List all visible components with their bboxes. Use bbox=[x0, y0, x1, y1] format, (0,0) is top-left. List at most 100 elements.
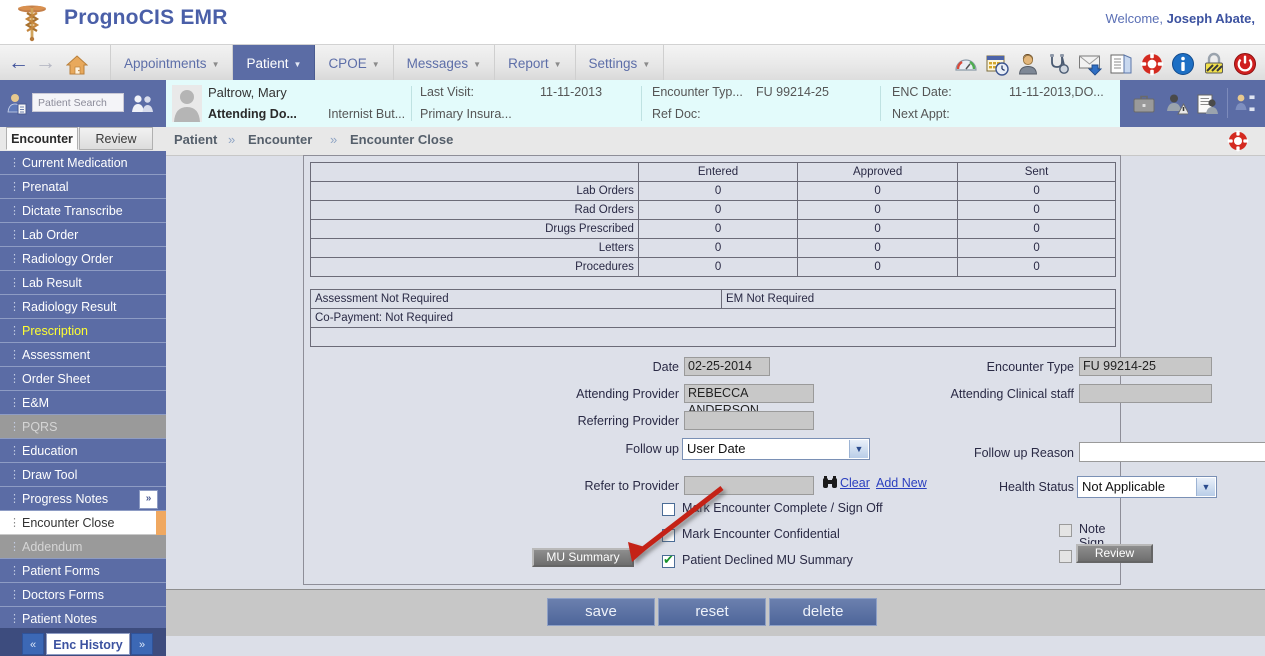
sidebar-item-doctors-forms[interactable]: Doctors Forms bbox=[0, 583, 166, 607]
menu-item-patient[interactable]: Patient ▼ bbox=[233, 45, 316, 81]
attending-provider-label: Attending Provider bbox=[576, 387, 679, 401]
briefcase-icon[interactable] bbox=[1132, 92, 1156, 116]
dashboard-gauge-icon[interactable] bbox=[954, 52, 978, 76]
follow-up-reason-field[interactable] bbox=[1079, 442, 1265, 462]
menu-item-cpoe[interactable]: CPOE ▼ bbox=[315, 45, 394, 81]
delete-button[interactable]: delete bbox=[769, 598, 877, 626]
enc-history-button[interactable]: Enc History bbox=[46, 633, 130, 655]
date-field[interactable]: 02-25-2014 bbox=[684, 357, 770, 376]
enc-history-prev-icon[interactable]: « bbox=[22, 633, 44, 655]
calendar-clock-icon[interactable] bbox=[985, 52, 1009, 76]
home-icon[interactable] bbox=[66, 54, 88, 76]
cell-sent: 0 bbox=[957, 257, 1116, 277]
patient-notes-icon[interactable] bbox=[1196, 92, 1220, 116]
sidebar-item-order-sheet[interactable]: Order Sheet bbox=[0, 367, 166, 391]
cell-entered: 0 bbox=[637, 219, 799, 239]
encounter-type-field[interactable]: FU 99214-25 bbox=[1079, 357, 1212, 376]
sidebar-item-progress-notes[interactable]: Progress Notes » bbox=[0, 487, 166, 511]
lock-icon[interactable] bbox=[1202, 52, 1226, 76]
lifebuoy-help-icon[interactable] bbox=[1227, 130, 1249, 152]
referring-provider-field[interactable] bbox=[684, 411, 814, 430]
back-arrow-icon[interactable]: ← bbox=[8, 48, 29, 78]
save-button[interactable]: save bbox=[547, 598, 655, 626]
sidebar-item-current-medication[interactable]: Current Medication bbox=[0, 151, 166, 175]
main-menu-bar: ← → Appointments ▼ Patient ▼ CPOE ▼ Mess… bbox=[0, 44, 1265, 82]
tab-review[interactable]: Review bbox=[79, 127, 153, 150]
breadcrumb-patient[interactable]: Patient bbox=[174, 132, 217, 147]
attending-clinical-staff-field[interactable] bbox=[1079, 384, 1212, 403]
cell-approved: 0 bbox=[797, 181, 959, 201]
info-icon[interactable] bbox=[1171, 52, 1195, 76]
chevron-down-icon[interactable]: ▼ bbox=[849, 440, 868, 458]
sidebar-item-prescription[interactable]: Prescription bbox=[0, 319, 166, 343]
attending-doctor-value: Internist But... bbox=[328, 107, 406, 121]
note-sign-off-checkbox[interactable] bbox=[1059, 524, 1072, 537]
sidebar-item-draw-tool[interactable]: Draw Tool bbox=[0, 463, 166, 487]
patient-network-icon[interactable] bbox=[1234, 92, 1258, 116]
sidebar-item-radiology-order[interactable]: Radiology Order bbox=[0, 247, 166, 271]
forward-arrow-icon[interactable]: → bbox=[35, 48, 56, 78]
sidebar-item-pqrs: PQRS bbox=[0, 415, 166, 439]
binoculars-search-icon[interactable] bbox=[823, 476, 837, 489]
clear-link[interactable]: Clear bbox=[840, 476, 870, 490]
table-row: Procedures 0 0 0 bbox=[310, 257, 1116, 277]
enc-date-value: 11-11-2013,DO... bbox=[1009, 85, 1104, 99]
enc-history-bar: « Enc History » bbox=[0, 628, 166, 656]
sidebar-item-radiology-result[interactable]: Radiology Result bbox=[0, 295, 166, 319]
enc-history-next-icon[interactable]: » bbox=[131, 633, 153, 655]
brand-bar: PrognoCIS EMR Welcome, Joseph Abate, bbox=[0, 0, 1265, 44]
main-content: Patient » Encounter » Encounter Close En… bbox=[166, 127, 1265, 656]
bottom-strip bbox=[166, 636, 1265, 656]
person-search-icon[interactable] bbox=[6, 92, 28, 116]
reset-button[interactable]: reset bbox=[658, 598, 766, 626]
sidebar-item-lab-order[interactable]: Lab Order bbox=[0, 223, 166, 247]
sidebar-item-label: Doctors Forms bbox=[22, 588, 104, 602]
cell-approved: 0 bbox=[797, 200, 959, 220]
sidebar-item-patient-forms[interactable]: Patient Forms bbox=[0, 559, 166, 583]
sidebar-item-label: Assessment bbox=[22, 348, 91, 362]
power-logout-icon[interactable] bbox=[1233, 52, 1257, 76]
tab-encounter[interactable]: Encounter bbox=[6, 127, 78, 150]
people-icon[interactable] bbox=[131, 93, 155, 113]
sidebar-item-prenatal[interactable]: Prenatal bbox=[0, 175, 166, 199]
review-button[interactable]: Review bbox=[1076, 544, 1153, 563]
patient-info-bar: Patient Search Paltrow, Mary Attending D… bbox=[0, 80, 1265, 127]
breadcrumb-encounter[interactable]: Encounter bbox=[248, 132, 312, 147]
health-status-select[interactable]: Not Applicable ▼ bbox=[1077, 476, 1217, 498]
inbox-download-icon[interactable] bbox=[1078, 52, 1102, 76]
stethoscope-icon[interactable] bbox=[1047, 52, 1071, 76]
documents-icon[interactable] bbox=[1109, 52, 1133, 76]
review-checkbox[interactable] bbox=[1059, 550, 1072, 563]
lifebuoy-help-icon[interactable] bbox=[1140, 52, 1164, 76]
sidebar-item-assessment[interactable]: Assessment bbox=[0, 343, 166, 367]
patient-alert-icon[interactable] bbox=[1164, 92, 1188, 116]
follow-up-select[interactable]: User Date ▼ bbox=[682, 438, 870, 460]
divider bbox=[411, 86, 412, 121]
sidebar-item-lab-result[interactable]: Lab Result bbox=[0, 271, 166, 295]
chevron-down-icon[interactable]: ▼ bbox=[1196, 478, 1215, 496]
welcome-message: Welcome, Joseph Abate, bbox=[1105, 11, 1255, 26]
breadcrumb-separator: » bbox=[330, 132, 338, 147]
menu-item-report[interactable]: Report ▼ bbox=[495, 45, 576, 81]
patient-search-input[interactable]: Patient Search bbox=[32, 93, 124, 112]
menu-item-appointments[interactable]: Appointments ▼ bbox=[110, 45, 234, 81]
sidebar-item-encounter-close[interactable]: Encounter Close bbox=[0, 511, 156, 535]
attending-provider-field[interactable]: REBECCA ANDERSON bbox=[684, 384, 814, 417]
health-status-label: Health Status bbox=[998, 480, 1074, 494]
referring-provider-label: Referring Provider bbox=[577, 414, 679, 428]
divider bbox=[1227, 88, 1228, 118]
menu-item-settings[interactable]: Settings ▼ bbox=[575, 45, 665, 81]
sidebar-item-label: Dictate Transcribe bbox=[22, 204, 123, 218]
sidebar-item-label: Order Sheet bbox=[22, 372, 91, 386]
divider bbox=[880, 86, 881, 121]
header-sent: Sent bbox=[957, 162, 1116, 182]
sidebar-item-dictate-transcribe[interactable]: Dictate Transcribe bbox=[0, 199, 166, 223]
header-approved: Approved bbox=[797, 162, 959, 182]
chevron-down-icon: ▼ bbox=[293, 59, 302, 69]
patient-person-icon[interactable] bbox=[1016, 52, 1040, 76]
sidebar-item-em[interactable]: E&M bbox=[0, 391, 166, 415]
sidebar-item-label: Education bbox=[22, 444, 78, 458]
sidebar-item-education[interactable]: Education bbox=[0, 439, 166, 463]
chevron-right-icon[interactable]: » bbox=[139, 490, 158, 509]
menu-item-messages[interactable]: Messages ▼ bbox=[393, 45, 496, 81]
